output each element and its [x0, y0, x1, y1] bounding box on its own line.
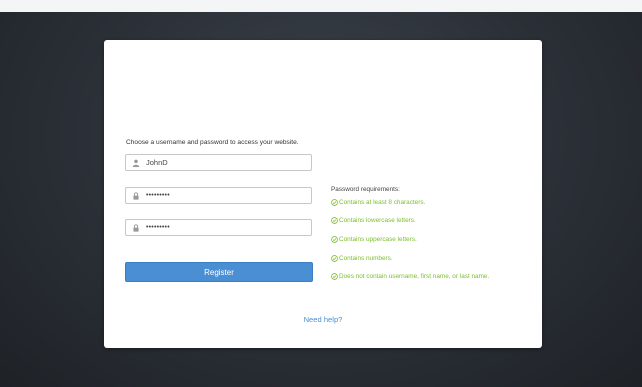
requirement-label: Contains uppercase letters.: [339, 235, 417, 243]
lock-icon: [133, 192, 139, 200]
confirm-password-field: [125, 219, 312, 236]
requirement-label: Contains lowercase letters.: [339, 216, 416, 224]
register-button[interactable]: Register: [125, 262, 313, 282]
check-circle-icon: [331, 216, 338, 224]
need-help-link[interactable]: Need help?: [104, 315, 542, 324]
top-bar: [0, 0, 642, 12]
password-input[interactable]: [146, 189, 306, 202]
check-circle-icon: [331, 235, 338, 243]
username-field: [125, 154, 312, 171]
confirm-password-input[interactable]: [146, 221, 306, 234]
requirement-item: Does not contain username, first name, o…: [331, 271, 489, 281]
lock-icon: [133, 224, 139, 232]
password-field: [125, 187, 312, 204]
username-input[interactable]: [146, 156, 306, 169]
requirement-label: Does not contain username, first name, o…: [339, 272, 490, 280]
requirement-item: Contains uppercase letters.: [331, 234, 417, 244]
requirement-label: Contains at least 8 characters.: [339, 198, 426, 206]
requirement-item: Contains at least 8 characters.: [331, 197, 425, 207]
user-icon: [132, 159, 140, 167]
requirement-label: Contains numbers.: [339, 254, 393, 262]
check-circle-icon: [331, 198, 338, 206]
register-card: Choose a username and password to access…: [104, 40, 542, 348]
check-circle-icon: [331, 272, 338, 280]
check-circle-icon: [331, 254, 338, 262]
requirement-item: Contains numbers.: [331, 253, 393, 263]
requirements-title: Password requirements:: [331, 186, 400, 193]
requirement-item: Contains lowercase letters.: [331, 215, 416, 225]
form-instruction: Choose a username and password to access…: [126, 139, 299, 146]
